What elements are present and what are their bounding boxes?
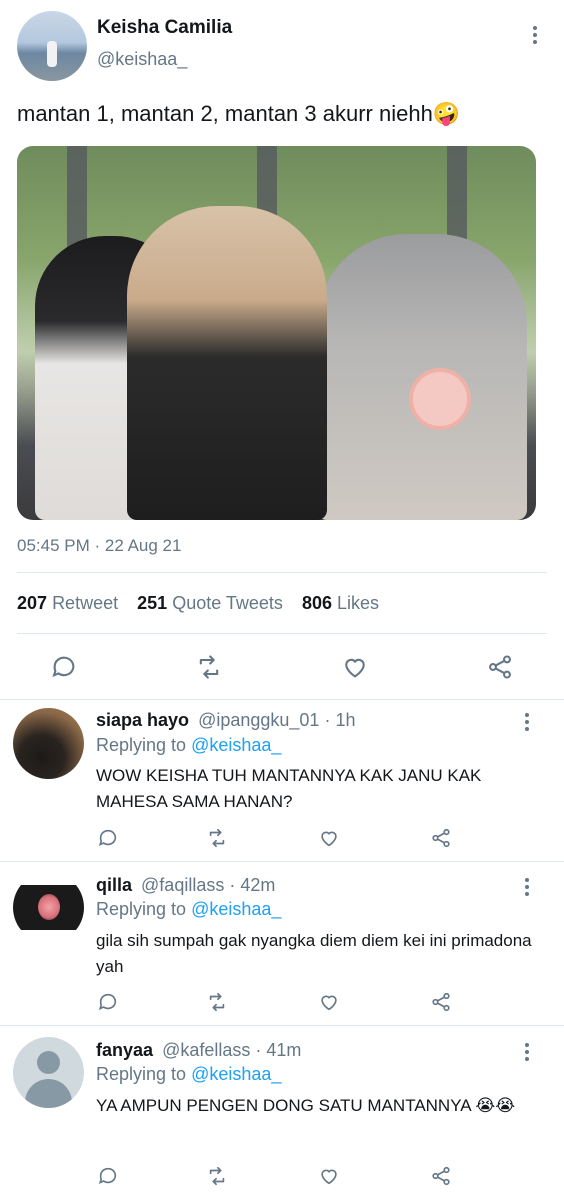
main-tweet: Keisha Camilia @keishaa_ mantan 1, manta… [0, 0, 564, 700]
reply-time: · 41m [255, 1040, 302, 1060]
tweet-timestamp: 05:45 PM · 22 Aug 21 [17, 536, 182, 555]
heart-icon[interactable] [341, 653, 369, 681]
retweet-icon[interactable] [206, 827, 228, 849]
reply-name[interactable]: qilla [96, 875, 132, 895]
comment-icon[interactable] [97, 991, 119, 1013]
more-dots-icon[interactable] [524, 878, 530, 896]
heart-icon[interactable] [318, 991, 340, 1013]
reply-handle[interactable]: @ipanggku_01 [198, 710, 319, 730]
tweet-photo[interactable] [17, 146, 536, 520]
more-dots-icon[interactable] [532, 26, 538, 44]
reply-name[interactable]: fanyaa [96, 1040, 153, 1060]
reply-item[interactable]: qilla @faqillass · 42m Replying to @keis… [0, 862, 564, 1025]
tweet-text: mantan 1, mantan 2, mantan 3 akurr niehh… [17, 101, 461, 126]
mention-link[interactable]: @keishaa_ [191, 1064, 281, 1084]
replying-label: Replying to [96, 1064, 187, 1084]
heart-icon[interactable] [318, 1165, 340, 1187]
share-icon[interactable] [430, 1165, 452, 1187]
heart-icon[interactable] [318, 827, 340, 849]
more-dots-icon[interactable] [524, 1043, 530, 1061]
quote-stat[interactable]: 251 Quote Tweets [137, 593, 283, 613]
likes-stat[interactable]: 806 Likes [302, 593, 379, 613]
reply-time: · 42m [229, 875, 276, 895]
share-icon[interactable] [430, 991, 452, 1013]
retweet-icon[interactable] [206, 991, 228, 1013]
reply-avatar[interactable] [13, 708, 84, 779]
share-icon[interactable] [430, 827, 452, 849]
retweet-icon[interactable] [206, 1165, 228, 1187]
reply-text: YA AMPUN PENGEN DONG SATU MANTANNYA 😭😭 [96, 1096, 516, 1115]
comment-icon[interactable] [97, 1165, 119, 1187]
reply-name[interactable]: siapa hayo [96, 710, 189, 730]
reply-item[interactable]: fanyaa @kafellass · 41m Replying to @kei… [0, 1026, 564, 1200]
default-avatar-icon[interactable] [13, 1037, 84, 1108]
reply-time: · 1h [324, 710, 356, 730]
reply-handle[interactable]: @faqillass [141, 875, 224, 895]
author-handle[interactable]: @keishaa_ [97, 49, 187, 70]
reply-text: WOW KEISHA TUH MANTANNYA KAK JANU KAK MA… [96, 766, 482, 811]
comment-icon[interactable] [50, 653, 78, 681]
retweet-icon[interactable] [195, 653, 223, 681]
reply-item[interactable]: siapa hayo @ipanggku_01 · 1h Replying to… [0, 700, 564, 861]
retweet-stat[interactable]: 207 Retweet [17, 593, 118, 613]
reply-handle[interactable]: @kafellass [162, 1040, 250, 1060]
reply-text: gila sih sumpah gak nyangka diem diem ke… [96, 931, 532, 976]
replying-label: Replying to [96, 735, 187, 755]
author-name[interactable]: Keisha Camilia [97, 17, 232, 39]
tweet-stats: 207 Retweet 251 Quote Tweets 806 Likes [17, 593, 393, 614]
replying-label: Replying to [96, 899, 187, 919]
comment-icon[interactable] [97, 827, 119, 849]
share-icon[interactable] [486, 653, 514, 681]
mention-link[interactable]: @keishaa_ [191, 899, 281, 919]
mention-link[interactable]: @keishaa_ [191, 735, 281, 755]
divider [17, 633, 547, 634]
author-avatar[interactable] [17, 11, 87, 81]
more-dots-icon[interactable] [524, 713, 530, 731]
divider [17, 572, 547, 573]
reply-avatar[interactable] [13, 872, 84, 943]
